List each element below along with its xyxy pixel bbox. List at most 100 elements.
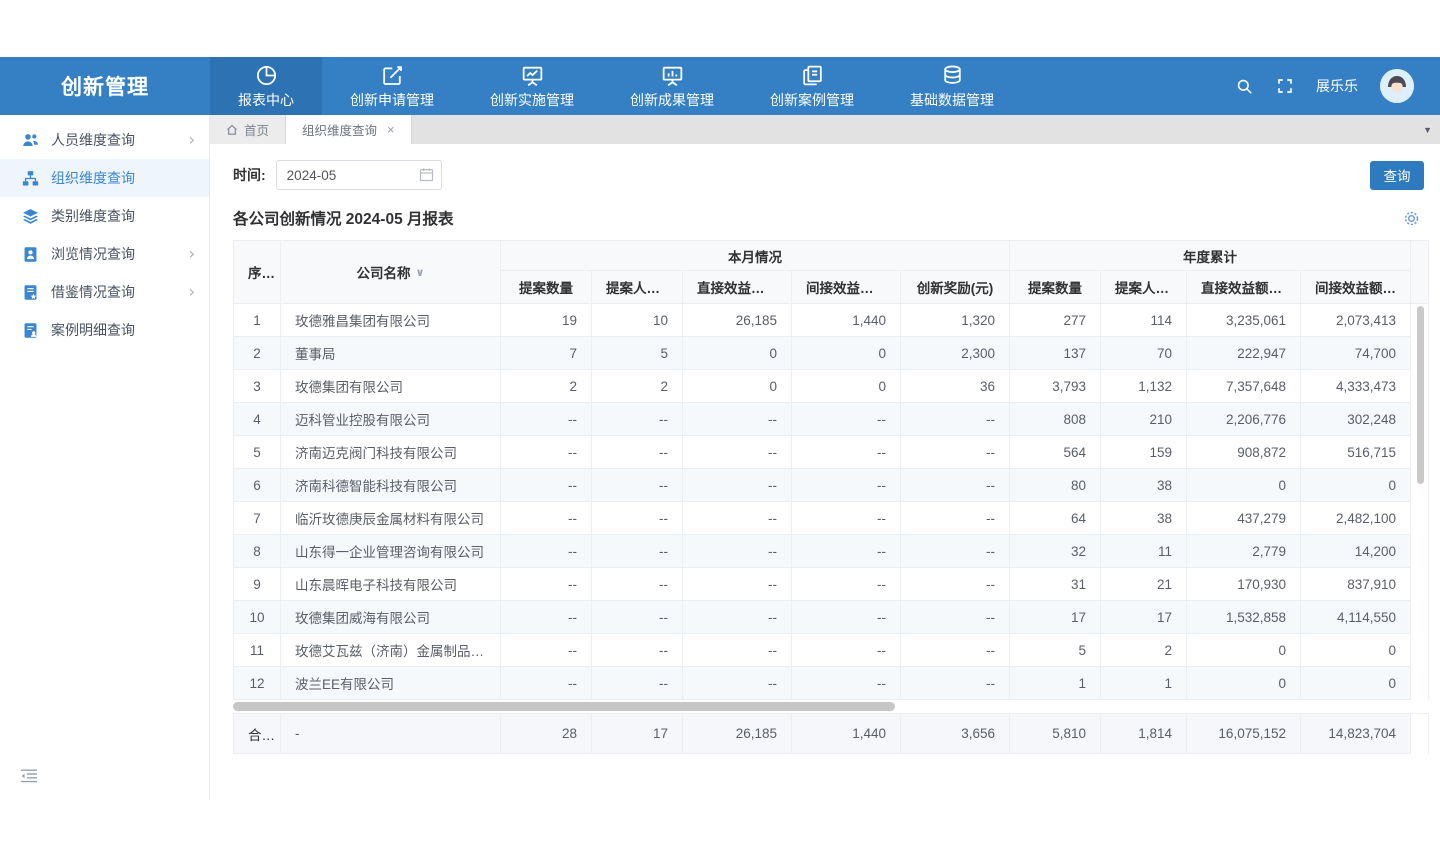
column-filter-chevron-icon[interactable]: ∨	[416, 266, 425, 279]
total-row: 合计-281726,1851,4403,6565,8101,81416,075,…	[234, 714, 1429, 754]
tab-org-dimension[interactable]: 组织维度查询 ×	[286, 115, 412, 144]
row-value: 437,279	[1187, 502, 1301, 535]
row-value: 0	[792, 370, 901, 403]
row-value: --	[792, 535, 901, 568]
sidebar-item-reference-status[interactable]: 借鉴情况查询 ›	[0, 273, 209, 311]
row-value: --	[501, 568, 592, 601]
table-row: 3玫德集团有限公司2200363,7931,1327,357,6484,333,…	[234, 370, 1429, 403]
database-icon	[940, 62, 965, 88]
report-table: 序号 公司名称 ∨ 本月情况 年度累计	[233, 240, 1428, 754]
time-input[interactable]	[276, 160, 442, 190]
sidebar-item-org-dimension[interactable]: 组织维度查询	[0, 159, 209, 197]
table-row: 7临沂玫德庚辰金属材料有限公司----------6438437,2792,48…	[234, 502, 1429, 535]
table-header: 序号 公司名称 ∨ 本月情况 年度累计	[234, 241, 1429, 304]
close-icon[interactable]: ×	[387, 122, 395, 137]
row-value: 70	[1101, 337, 1187, 370]
gear-icon[interactable]	[1403, 210, 1420, 227]
total-company: -	[281, 714, 501, 754]
tab-list-caret[interactable]: ▼	[1415, 115, 1440, 144]
sidebar-item-label: 人员维度查询	[51, 130, 135, 150]
org-chart-icon	[22, 170, 39, 187]
row-company: 济南科德智能科技有限公司	[281, 469, 501, 502]
row-value: --	[592, 667, 683, 700]
row-value: 4,114,550	[1301, 601, 1411, 634]
row-value: 808	[1010, 403, 1101, 436]
row-value: 64	[1010, 502, 1101, 535]
sidebar: 人员维度查询 › 组织维度查询 类别维度查询 浏览情况查询 ›	[0, 115, 210, 800]
nav-item-innovation-implementation[interactable]: 创新实施管理	[462, 57, 602, 115]
row-value: 74,700	[1301, 337, 1411, 370]
horizontal-scrollbar-thumb[interactable]	[233, 702, 895, 711]
header-year-proposers: 提案人数量	[1101, 271, 1187, 304]
row-value: --	[592, 634, 683, 667]
row-value: --	[592, 436, 683, 469]
row-value: 19	[501, 304, 592, 337]
sidebar-item-label: 组织维度查询	[51, 168, 135, 188]
total-table: 合计-281726,1851,4403,6565,8101,81416,075,…	[233, 713, 1429, 754]
row-value: --	[501, 436, 592, 469]
layers-icon	[22, 208, 39, 225]
chevron-right-icon: ›	[189, 246, 195, 262]
navbar-right: 展乐乐	[1235, 57, 1440, 115]
avatar[interactable]	[1380, 69, 1414, 103]
row-value: --	[792, 469, 901, 502]
total-value: 5,810	[1010, 714, 1101, 754]
row-value: 0	[1187, 634, 1301, 667]
row-company: 玫德集团威海有限公司	[281, 601, 501, 634]
search-icon[interactable]	[1235, 77, 1254, 96]
row-value: --	[901, 436, 1010, 469]
nav-item-base-data[interactable]: 基础数据管理	[882, 57, 1022, 115]
query-button[interactable]: 查询	[1370, 161, 1424, 190]
nav-item-innovation-application[interactable]: 创新申请管理	[322, 57, 462, 115]
chevron-down-icon: ▼	[1423, 125, 1432, 135]
row-value: 2,300	[901, 337, 1010, 370]
row-value: --	[683, 568, 792, 601]
sidebar-item-category-dimension[interactable]: 类别维度查询	[0, 197, 209, 235]
row-seq: 3	[234, 370, 281, 403]
table-body: 1玫德雅昌集团有限公司191026,1851,4401,3202771143,2…	[234, 304, 1429, 700]
nav-item-innovation-achievement[interactable]: 创新成果管理	[602, 57, 742, 115]
header-year-direct-benefit: 直接效益额(元)	[1187, 271, 1301, 304]
collapse-sidebar-icon[interactable]	[20, 768, 40, 786]
row-value: 0	[683, 370, 792, 403]
header-seq: 序号	[234, 241, 281, 304]
row-seq: 9	[234, 568, 281, 601]
horizontal-scrollbar	[233, 702, 1428, 712]
calendar-icon[interactable]	[419, 167, 434, 182]
row-seq: 2	[234, 337, 281, 370]
row-value: 2	[1101, 634, 1187, 667]
total-value: 14,823,704	[1301, 714, 1411, 754]
row-value: 14,200	[1301, 535, 1411, 568]
row-value: 137	[1010, 337, 1101, 370]
row-gutter	[1411, 568, 1429, 601]
sidebar-item-person-dimension[interactable]: 人员维度查询 ›	[0, 121, 209, 159]
total-label: 合计	[234, 714, 281, 754]
sidebar-item-case-detail[interactable]: 案例明细查询	[0, 311, 209, 349]
nav-item-label: 创新申请管理	[350, 90, 434, 110]
people-icon	[22, 132, 39, 149]
chevron-right-icon: ›	[189, 132, 195, 148]
top-navbar: 创新管理 报表中心 创新申请管理 创新实施管理	[0, 57, 1440, 115]
vertical-scrollbar-thumb[interactable]	[1417, 306, 1424, 484]
table-row: 2董事局75002,30013770222,94774,700	[234, 337, 1429, 370]
row-value: 21	[1101, 568, 1187, 601]
row-value: 80	[1010, 469, 1101, 502]
row-value: 10	[592, 304, 683, 337]
row-value: 4,333,473	[1301, 370, 1411, 403]
row-value: --	[901, 469, 1010, 502]
row-value: --	[901, 667, 1010, 700]
row-value: --	[901, 601, 1010, 634]
fullscreen-icon[interactable]	[1276, 77, 1294, 95]
sidebar-item-browse-status[interactable]: 浏览情况查询 ›	[0, 235, 209, 273]
username[interactable]: 展乐乐	[1316, 76, 1358, 96]
nav-item-innovation-case[interactable]: 创新案例管理	[742, 57, 882, 115]
row-value: --	[901, 634, 1010, 667]
row-value: --	[792, 568, 901, 601]
row-seq: 4	[234, 403, 281, 436]
tab-home[interactable]: 首页	[210, 115, 286, 144]
row-company: 山东得一企业管理咨询有限公司	[281, 535, 501, 568]
nav-item-report-center[interactable]: 报表中心	[210, 57, 322, 115]
row-value: 114	[1101, 304, 1187, 337]
app-title: 创新管理	[0, 57, 210, 115]
row-value: 7,357,648	[1187, 370, 1301, 403]
